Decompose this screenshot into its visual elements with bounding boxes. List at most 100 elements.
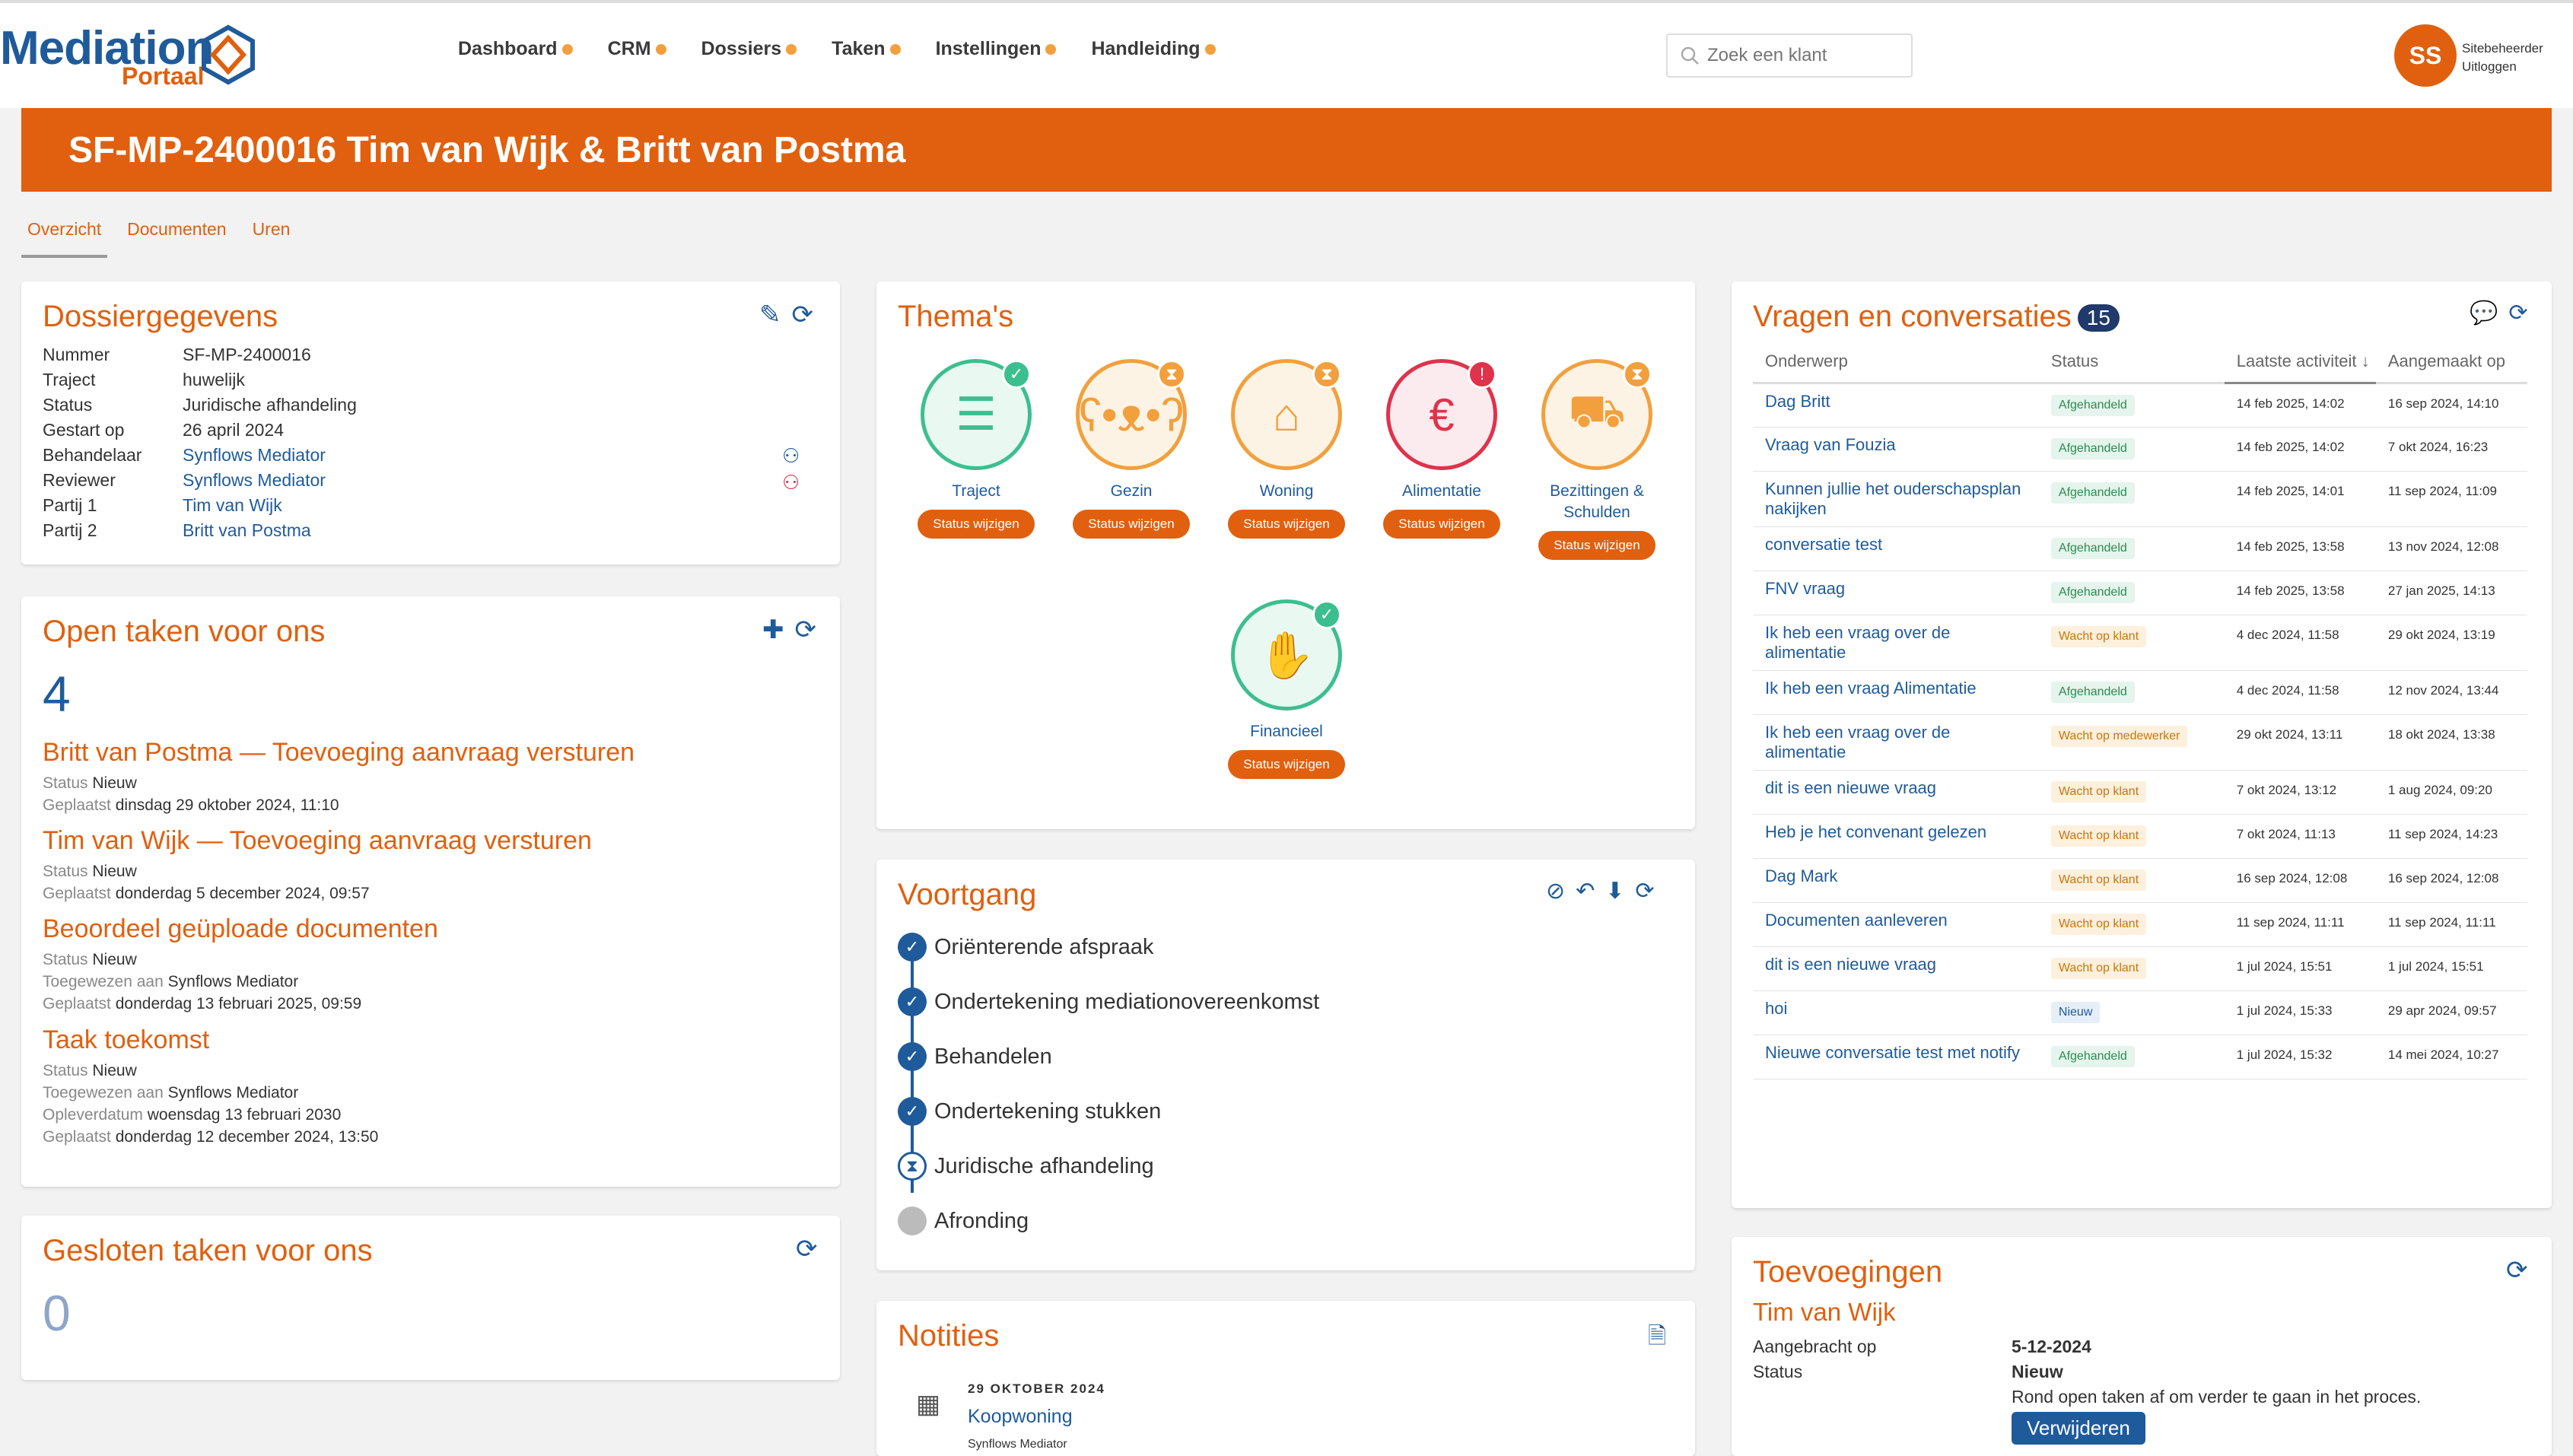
car-icon[interactable]: ⛟ ⧗: [1541, 359, 1652, 470]
refresh-icon[interactable]: ⟳: [795, 615, 817, 645]
edit-icon[interactable]: ✎: [759, 300, 781, 330]
task-title[interactable]: Tim van Wijk — Toevoeging aanvraag verst…: [43, 826, 592, 856]
add-icon[interactable]: ✚: [762, 615, 784, 645]
logo-mark-icon: [202, 24, 255, 85]
progress-title: Voortgang: [898, 878, 1037, 911]
dossier-tabs: Overzicht Documenten Uren: [21, 215, 296, 258]
refresh-icon[interactable]: ⟳: [1635, 878, 1654, 904]
conversation-subject[interactable]: dit is een nieuwe vraag: [1753, 770, 2039, 815]
table-row[interactable]: Ik heb een vraag Alimentatie Afgehandeld 4…: [1753, 670, 2527, 715]
hand-coin-icon[interactable]: ✋ ✓: [1231, 599, 1342, 711]
party1-link[interactable]: Tim van Wijk: [183, 493, 282, 518]
task-title[interactable]: Beoordeel geüploade documenten: [43, 914, 438, 944]
delete-button[interactable]: Verwijderen: [2012, 1412, 2145, 1445]
teddy-bear-icon[interactable]: ʕ•ᴥ•ʔ ⧗: [1076, 359, 1187, 470]
refresh-icon[interactable]: ⟳: [2506, 1255, 2528, 1286]
notes-title: Notities: [898, 1319, 1000, 1353]
col-last-activity[interactable]: Laatste activiteit ↓: [2224, 345, 2376, 384]
detail-label: Nummer: [43, 345, 110, 364]
cancel-icon[interactable]: ⊘: [1546, 878, 1565, 904]
refresh-icon[interactable]: ⟳: [796, 1234, 818, 1264]
conversation-subject[interactable]: Heb je het convenant gelezen: [1753, 814, 2039, 859]
table-row[interactable]: Dag Britt Afgehandeld 14 feb 2025, 14:02 16…: [1753, 383, 2527, 428]
reviewer-link[interactable]: Synflows Mediator: [183, 468, 326, 493]
handler-link[interactable]: Synflows Mediator: [183, 443, 326, 468]
conversation-subject[interactable]: Nieuwe conversatie test met notify: [1753, 1035, 2039, 1079]
dossier-card: Dossiergegevens ✎ ⟳ Nummer SF-MP-2400016 …: [21, 281, 840, 564]
table-row[interactable]: Dag Mark Wacht op klant 16 sep 2024, 12:08…: [1753, 858, 2527, 903]
new-conversation-icon[interactable]: 💬: [2470, 300, 2498, 326]
tab-overzicht[interactable]: Overzicht: [21, 215, 108, 258]
conversation-subject[interactable]: Ik heb een vraag over de alimentatie: [1753, 615, 2039, 671]
table-row[interactable]: Nieuwe conversatie test met notify Afgeha…: [1753, 1035, 2527, 1079]
addition-message: Rond open taken af om verder te gaan in …: [2012, 1387, 2422, 1407]
undo-icon[interactable]: ↶: [1576, 878, 1595, 904]
table-row[interactable]: dit is een nieuwe vraag Wacht op klant 1 j…: [1753, 946, 2527, 991]
status-change-button[interactable]: Status wijzigen: [1383, 510, 1500, 539]
conversation-subject[interactable]: dit is een nieuwe vraag: [1753, 946, 2039, 991]
add-note-icon[interactable]: 🗎: [1648, 1319, 1666, 1358]
step-label: Oriënterende afspraak: [934, 934, 1154, 959]
conversations-table: Onderwerp Status Laatste activiteit ↓ Aa…: [1753, 345, 2527, 1079]
table-row[interactable]: hoi Nieuw 1 jul 2024, 15:33 29 apr 2024, 09…: [1753, 990, 2527, 1035]
download-icon[interactable]: ⬇: [1605, 878, 1624, 904]
conversation-subject[interactable]: FNV vraag: [1753, 571, 2039, 615]
avatar[interactable]: SS: [2394, 24, 2457, 87]
nav-dossiers[interactable]: Dossiers: [701, 38, 797, 60]
app-logo[interactable]: Mediation Portaal: [0, 21, 274, 97]
task-title[interactable]: Taak toekomst: [43, 1025, 378, 1055]
status-change-button[interactable]: Status wijzigen: [1538, 531, 1655, 560]
nav-crm[interactable]: CRM: [608, 38, 666, 60]
conversation-subject[interactable]: Documenten aanleveren: [1753, 902, 2039, 947]
assign-user-icon[interactable]: ⚇: [782, 444, 800, 468]
nav-instellingen[interactable]: Instellingen: [936, 38, 1057, 60]
col-subject[interactable]: Onderwerp: [1753, 345, 2039, 384]
col-status[interactable]: Status: [2038, 345, 2225, 384]
col-created[interactable]: Aangemaakt op: [2375, 345, 2527, 384]
status-change-button[interactable]: Status wijzigen: [1073, 510, 1190, 539]
conversation-subject[interactable]: Kunnen jullie het ouderschapsplan nakijk…: [1753, 471, 2039, 527]
task-meta-label: Status: [43, 774, 88, 792]
logout-link[interactable]: Uitloggen: [2462, 58, 2543, 76]
conversation-subject[interactable]: Ik heb een vraag Alimentatie: [1753, 670, 2039, 715]
refresh-icon[interactable]: ⟳: [792, 300, 814, 330]
table-row[interactable]: Documenten aanleveren Wacht op klant 11 se…: [1753, 902, 2527, 947]
tab-uren[interactable]: Uren: [246, 215, 297, 258]
conversation-subject[interactable]: hoi: [1753, 990, 2039, 1035]
remove-user-icon[interactable]: ⚇: [782, 471, 800, 494]
table-row[interactable]: Ik heb een vraag over de alimentatie Wach…: [1753, 714, 2527, 771]
nav-handleiding[interactable]: Handleiding: [1091, 38, 1216, 60]
status-change-button[interactable]: Status wijzigen: [1228, 510, 1345, 539]
table-row[interactable]: Kunnen jullie het ouderschapsplan nakijk…: [1753, 471, 2527, 527]
task-status: Nieuw: [92, 951, 137, 968]
conversation-subject[interactable]: Dag Mark: [1753, 858, 2039, 903]
conversation-subject[interactable]: Dag Britt: [1753, 383, 2039, 428]
money-icon[interactable]: €!: [1386, 359, 1497, 470]
list-icon[interactable]: ☰ ✓: [921, 359, 1032, 470]
table-row[interactable]: conversatie test Afgehandeld 14 feb 2025, …: [1753, 526, 2527, 571]
search-input[interactable]: [1707, 45, 1905, 66]
task-meta: Geplaatst dinsdag 29 oktober 2024, 11:10: [43, 794, 635, 816]
conversation-subject[interactable]: Ik heb een vraag over de alimentatie: [1753, 714, 2039, 771]
note-title[interactable]: Koopwoning: [968, 1406, 1073, 1428]
table-row[interactable]: Ik heb een vraag over de alimentatie Wach…: [1753, 615, 2527, 671]
nav-label: Dashboard: [458, 38, 558, 59]
status-badge: Afgehandeld: [2050, 538, 2135, 559]
party2-link[interactable]: Britt van Postma: [183, 518, 311, 543]
task-title[interactable]: Britt van Postma — Toevoeging aanvraag v…: [43, 738, 635, 768]
refresh-icon[interactable]: ⟳: [2508, 300, 2527, 326]
table-row[interactable]: Vraag van Fouzia Afgehandeld 14 feb 2025, …: [1753, 427, 2527, 472]
status-change-button[interactable]: Status wijzigen: [918, 510, 1035, 539]
table-row[interactable]: Heb je het convenant gelezen Wacht op kla…: [1753, 814, 2527, 859]
theme-alimentatie: €! Alimentatie Status wijzigen: [1377, 359, 1506, 539]
conversation-created: 29 okt 2024, 13:19: [2375, 615, 2527, 671]
tab-documenten[interactable]: Documenten: [121, 215, 232, 258]
status-change-button[interactable]: Status wijzigen: [1228, 750, 1345, 779]
conversation-subject[interactable]: conversatie test: [1753, 526, 2039, 571]
conversation-subject[interactable]: Vraag van Fouzia: [1753, 427, 2039, 472]
nav-dashboard[interactable]: Dashboard: [458, 38, 573, 60]
nav-taken[interactable]: Taken: [832, 38, 901, 60]
table-row[interactable]: dit is een nieuwe vraag Wacht op klant 7 o…: [1753, 770, 2527, 815]
table-row[interactable]: FNV vraag Afgehandeld 14 feb 2025, 13:58 27…: [1753, 571, 2527, 615]
house-icon[interactable]: ⌂ ⧗: [1231, 359, 1342, 470]
